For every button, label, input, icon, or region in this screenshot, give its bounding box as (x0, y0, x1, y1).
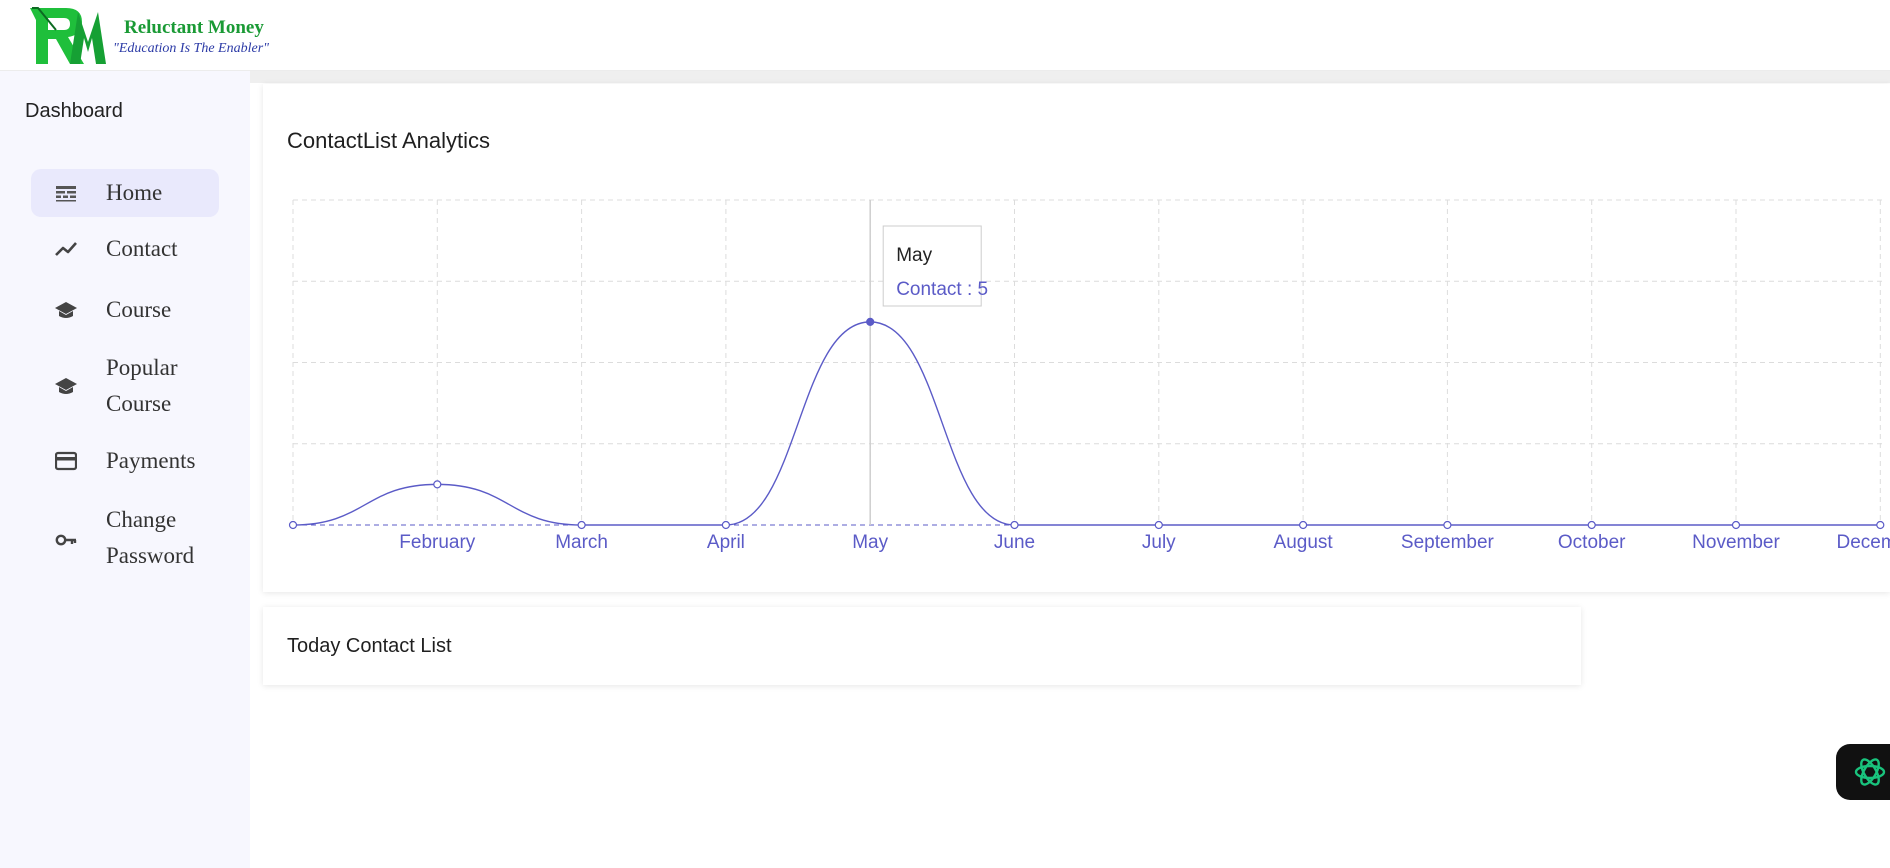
x-tick-label: September (1401, 532, 1495, 553)
x-tick-label: July (1142, 532, 1176, 553)
graduation-cap-icon (55, 299, 77, 321)
data-point (1010, 520, 1019, 530)
x-tick-label: December (1836, 532, 1890, 553)
sidebar-item-label: Home (106, 180, 163, 205)
sidebar-item-contact[interactable]: Contact (31, 218, 219, 279)
data-point (1443, 520, 1452, 530)
data-point (1154, 520, 1163, 530)
sidebar-item-label: Popular Course (106, 355, 178, 416)
x-tick-label: August (1274, 532, 1334, 553)
data-point (433, 480, 442, 489)
sidebar-item-payments[interactable]: Payments (31, 431, 219, 492)
data-point (1298, 520, 1308, 530)
x-tick-label: May (852, 532, 888, 553)
sidebar-item-course[interactable]: Course (31, 279, 219, 340)
openai-knot-icon (1854, 758, 1886, 786)
data-point (1587, 520, 1596, 530)
today-contact-card: Today Contact List (263, 607, 1581, 685)
sidebar-nav: Home Contact Course Popular Course Payme… (31, 169, 219, 583)
x-tick-label: June (994, 532, 1035, 553)
analytics-card: ContactList Analytics February March April… (263, 84, 1890, 592)
logo[interactable] (26, 2, 106, 70)
brand-name: Reluctant Money (124, 17, 264, 38)
graduation-cap-icon (55, 375, 77, 397)
series-line-contact (292, 321, 1881, 526)
key-icon (55, 529, 77, 551)
brand-tagline: "Education Is The Enabler" (113, 41, 270, 56)
sidebar-item-change-password[interactable]: Change Password (31, 492, 219, 583)
header-divider-band (0, 71, 1890, 83)
x-tick-label: November (1692, 532, 1780, 553)
contact-line-chart[interactable]: February March April May June July August Septe… (263, 84, 1890, 592)
trending-line-icon (55, 238, 77, 260)
sidebar-item-label: Change Password (106, 507, 195, 568)
x-tick-label: April (707, 532, 745, 553)
today-contact-title: Today Contact List (287, 635, 452, 657)
x-tick-label: February (399, 532, 476, 553)
data-point (721, 520, 730, 530)
data-point (288, 520, 298, 530)
data-point (1876, 520, 1885, 530)
credit-card-icon (55, 450, 77, 472)
data-point (1731, 520, 1741, 530)
tooltip-category: May (896, 245, 932, 266)
x-tick-label: March (555, 532, 608, 553)
x-tick-label: October (1558, 532, 1626, 553)
tooltip-value: Contact : 5 (896, 279, 988, 300)
sidebar-title: Dashboard (25, 100, 123, 122)
sidebar: Dashboard Home Contact Course Popular Co… (0, 71, 250, 868)
sidebar-item-label: Payments (106, 448, 196, 473)
top-header: Reluctant Money "Education Is The Enable… (0, 0, 1890, 71)
sidebar-item-label: Contact (106, 236, 178, 261)
sidebar-item-home[interactable]: Home (31, 169, 219, 217)
data-point (577, 520, 586, 530)
chat-assistant-button[interactable] (1836, 744, 1890, 800)
dashboard-icon (55, 182, 77, 204)
sidebar-item-label: Course (106, 297, 172, 322)
data-point (866, 317, 875, 326)
sidebar-item-popular-course[interactable]: Popular Course (31, 340, 219, 431)
